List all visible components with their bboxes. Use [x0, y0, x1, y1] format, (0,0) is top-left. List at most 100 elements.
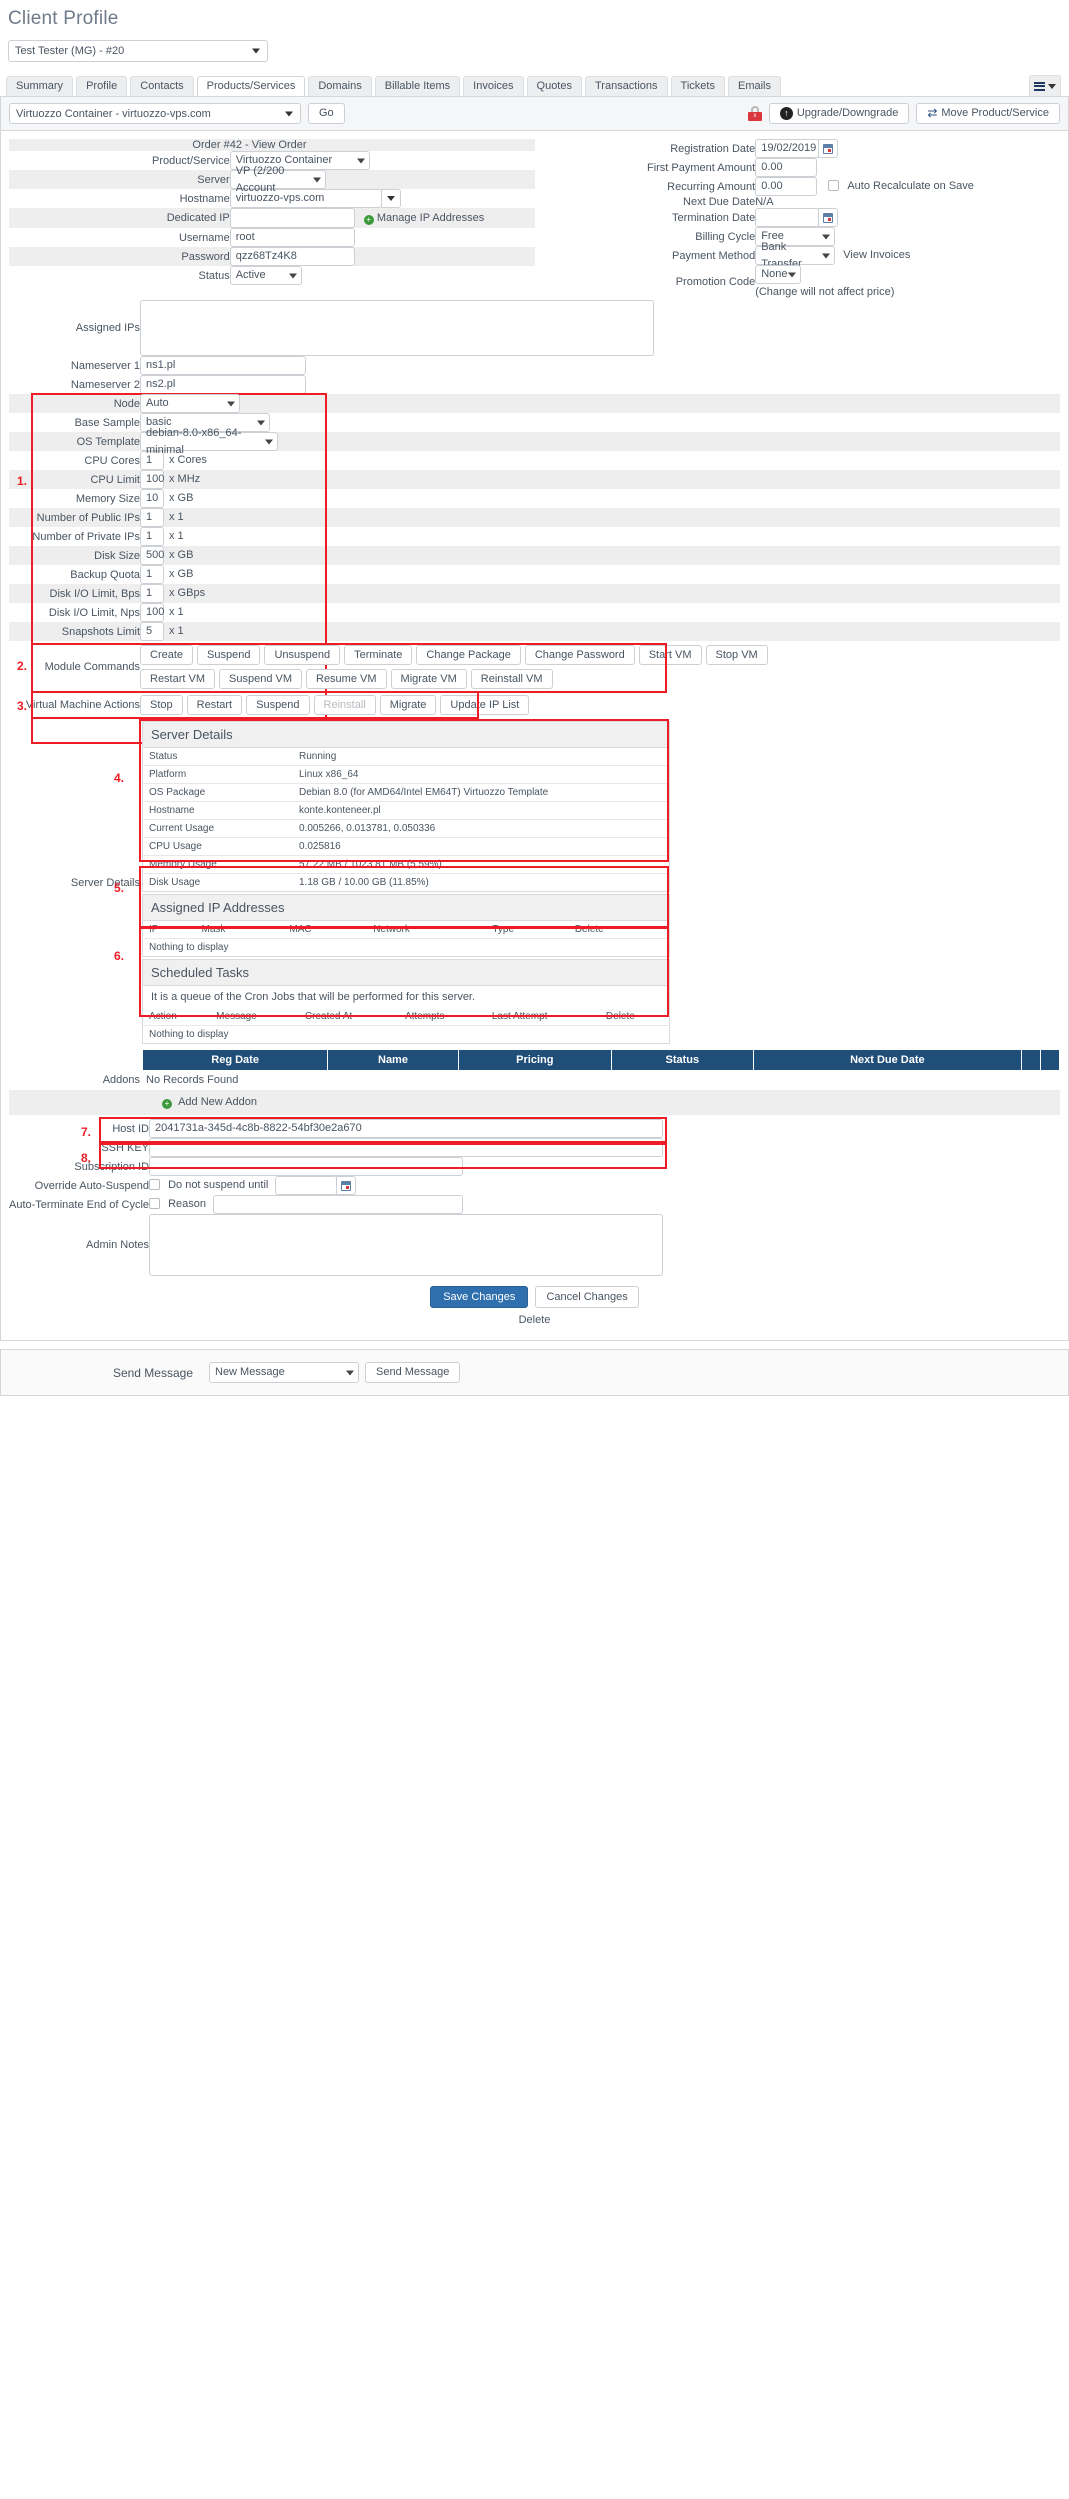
upgrade-downgrade-button[interactable]: ↑ Upgrade/Downgrade: [768, 103, 910, 124]
config-input[interactable]: 500: [140, 546, 164, 565]
addons-header-row: Reg Date Name Pricing Status Next Due Date: [9, 1050, 1060, 1070]
view-invoices-link[interactable]: View Invoices: [843, 249, 910, 261]
config-label: Disk I/O Limit, Bps: [9, 584, 140, 603]
config-input[interactable]: 5: [140, 622, 164, 641]
move-product-button[interactable]: ⇄ Move Product/Service: [916, 103, 1060, 124]
config-input[interactable]: 1: [140, 527, 164, 546]
tab-overflow-menu-button[interactable]: [1029, 75, 1061, 96]
ns2-input[interactable]: ns2.pl: [140, 375, 306, 394]
payment-method-select[interactable]: Bank Transfer: [755, 241, 836, 270]
save-changes-button[interactable]: Save Changes: [430, 1286, 529, 1308]
vm-action-suspend[interactable]: Suspend: [246, 695, 310, 715]
command-button-stop-vm[interactable]: Stop VM: [705, 645, 768, 665]
vm-action-restart[interactable]: Restart: [186, 695, 243, 715]
auto-terminate-reason-input[interactable]: [213, 1195, 464, 1214]
config-select[interactable]: Auto: [140, 394, 240, 413]
message-type-select[interactable]: New Message: [209, 1362, 359, 1383]
bottom-field-table: Host ID 2041731a-345d-4c8b-8822-54bf30e2…: [9, 1119, 1060, 1276]
left-column: Order # 42 - View Order Product/Service …: [9, 139, 535, 298]
hostname-dropdown-button[interactable]: [380, 189, 401, 208]
chevron-down-icon: [346, 1370, 354, 1375]
table-row: Current Usage 0.005266, 0.013781, 0.05033…: [143, 819, 669, 838]
addons-column-header: [1041, 1050, 1059, 1070]
manage-ip-link[interactable]: Manage IP Addresses: [377, 212, 484, 224]
go-button[interactable]: Go: [308, 103, 345, 124]
subscription-input[interactable]: [149, 1157, 464, 1176]
config-label: CPU Limit: [9, 470, 140, 489]
addons-column-header: [1022, 1050, 1040, 1070]
tab-domains[interactable]: Domains: [308, 76, 372, 96]
tab-tickets[interactable]: Tickets: [670, 76, 725, 96]
tab-contacts[interactable]: Contacts: [130, 76, 194, 96]
host-id-input[interactable]: 2041731a-345d-4c8b-8822-54bf30e2a670: [149, 1119, 664, 1138]
tab-emails[interactable]: Emails: [727, 76, 781, 96]
command-button-start-vm[interactable]: Start VM: [638, 645, 702, 665]
registration-date-input[interactable]: 19/02/2019: [755, 139, 820, 158]
config-input[interactable]: 1: [140, 565, 164, 584]
termination-date-calendar-button[interactable]: [818, 208, 839, 227]
field-row-subscription: Subscription ID: [9, 1157, 1060, 1176]
vm-action-update-ip-list[interactable]: Update IP List: [440, 695, 530, 715]
command-button-resume-vm[interactable]: Resume VM: [306, 669, 387, 689]
tab-billable-items[interactable]: Billable Items: [374, 76, 461, 96]
assigned-ips-textarea[interactable]: [140, 300, 654, 356]
vm-action-migrate[interactable]: Migrate: [379, 695, 437, 715]
termination-date-input[interactable]: [755, 208, 820, 227]
command-button-restart-vm[interactable]: Restart VM: [140, 669, 216, 689]
detail-key: Hostname: [143, 801, 293, 820]
tab-profile[interactable]: Profile: [76, 76, 128, 96]
field-row-next-due: Next Due Date N/A: [535, 196, 1061, 208]
tab-summary[interactable]: Summary: [6, 76, 74, 96]
command-button-change-package[interactable]: Change Package: [416, 645, 521, 665]
vm-action-stop[interactable]: Stop: [140, 695, 183, 715]
recurring-input[interactable]: 0.00: [755, 177, 818, 196]
scheduled-tasks-table: Action Message Created At Attempts Last Atte…: [143, 1008, 669, 1043]
first-payment-input[interactable]: 0.00: [755, 158, 818, 177]
status-select[interactable]: Active: [229, 266, 302, 285]
password-input[interactable]: qzz68Tz4K8: [229, 247, 355, 266]
auto-recalculate-checkbox[interactable]: [828, 180, 840, 192]
command-button-suspend-vm[interactable]: Suspend VM: [219, 669, 302, 689]
admin-notes-textarea[interactable]: [149, 1214, 664, 1276]
command-button-create[interactable]: Create: [140, 645, 194, 665]
suspend-until-calendar-button[interactable]: [336, 1176, 357, 1195]
client-selector[interactable]: Test Tester (MG) - #20: [8, 40, 268, 62]
ssh-key-input[interactable]: [149, 1138, 664, 1157]
config-field-table: Node Auto Base Sample basic OS Template debia…: [9, 394, 1060, 641]
registration-date-calendar-button[interactable]: [818, 139, 839, 158]
config-input[interactable]: 100: [140, 470, 164, 489]
do-not-suspend-checkbox[interactable]: [149, 1179, 161, 1191]
tab-invoices[interactable]: Invoices: [463, 76, 524, 96]
config-input[interactable]: 1: [140, 584, 164, 603]
command-button-unsuspend[interactable]: Unsuspend: [264, 645, 341, 665]
send-message-button[interactable]: Send Message: [365, 1362, 461, 1383]
calendar-icon: [823, 212, 834, 223]
dedicated-ip-input[interactable]: [229, 208, 355, 228]
command-button-suspend[interactable]: Suspend: [197, 645, 261, 665]
auto-terminate-checkbox[interactable]: [149, 1198, 161, 1210]
config-input[interactable]: 10: [140, 489, 164, 508]
command-button-change-password[interactable]: Change Password: [524, 645, 635, 665]
config-input[interactable]: 1: [140, 508, 164, 527]
config-select[interactable]: debian-8.0-x86_64-minimal: [140, 427, 278, 456]
product-selector-value: Virtuozzo Container - virtuozzo-vps.com: [16, 107, 211, 120]
order-value[interactable]: 42 - View Order: [230, 139, 307, 151]
server-select[interactable]: VP (2/200 Account: [229, 165, 326, 194]
config-row: Disk I/O Limit, Bps 1 x GBps: [9, 584, 1060, 603]
tab-products-services[interactable]: Products/Services: [196, 76, 306, 96]
promotion-select[interactable]: None: [755, 265, 802, 284]
tab-quotes[interactable]: Quotes: [526, 76, 582, 96]
tab-transactions[interactable]: Transactions: [584, 76, 668, 96]
ns1-input[interactable]: ns1.pl: [140, 356, 306, 375]
command-button-terminate[interactable]: Terminate: [344, 645, 413, 665]
username-input[interactable]: root: [229, 228, 355, 247]
delete-link[interactable]: Delete: [9, 1308, 1060, 1326]
suspend-until-input[interactable]: [275, 1176, 338, 1195]
add-new-addon-link[interactable]: Add New Addon: [178, 1096, 257, 1108]
command-button-reinstall-vm[interactable]: Reinstall VM: [470, 669, 553, 689]
config-value-cell: 10 x GB: [140, 489, 1060, 508]
config-input[interactable]: 100: [140, 603, 164, 622]
cancel-changes-button[interactable]: Cancel Changes: [535, 1286, 639, 1308]
command-button-migrate-vm[interactable]: Migrate VM: [390, 669, 467, 689]
product-selector[interactable]: Virtuozzo Container - virtuozzo-vps.com: [9, 103, 301, 124]
